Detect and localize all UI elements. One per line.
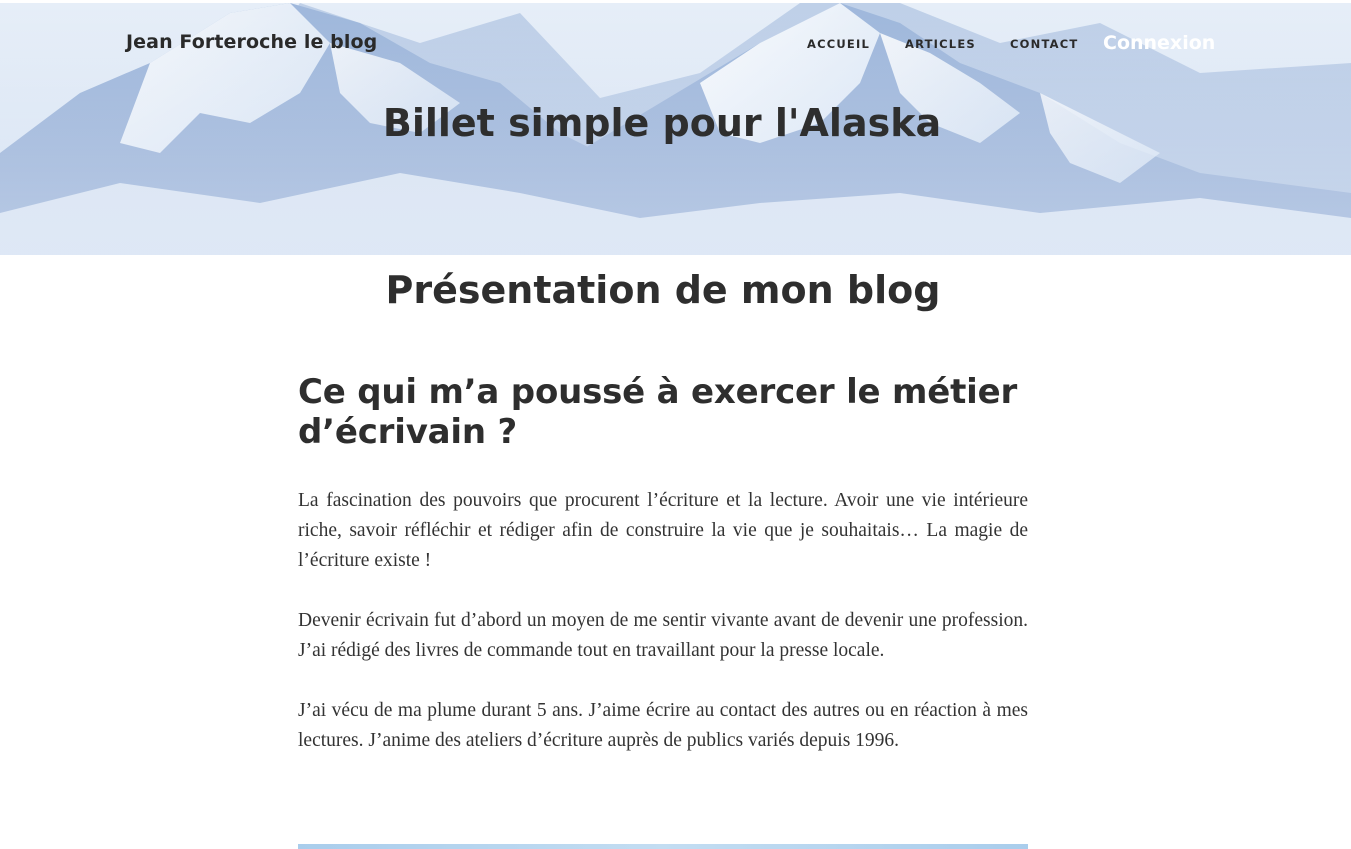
hero-header: Jean Forteroche le blog ACCUEIL ARTICLES… [0, 3, 1351, 255]
login-link[interactable]: Connexion [1103, 32, 1215, 54]
article-paragraph-3: J’ai vécu de ma plume durant 5 ans. J’ai… [298, 700, 1028, 751]
article: Ce qui m’a poussé à exercer le métier d’… [298, 372, 1028, 756]
nav-item-accueil[interactable]: ACCUEIL [807, 37, 870, 51]
nav-item-contact[interactable]: CONTACT [1010, 37, 1078, 51]
nav-item-articles[interactable]: ARTICLES [905, 37, 976, 51]
article-paragraph-1: La fascination des pouvoirs que procuren… [298, 490, 1028, 571]
article-paragraph-2: Devenir écrivain fut d’abord un moyen de… [298, 610, 1028, 661]
page-title: Présentation de mon blog [385, 268, 941, 312]
section-divider [298, 844, 1028, 849]
article-heading: Ce qui m’a poussé à exercer le métier d’… [298, 372, 1018, 452]
site-title: Billet simple pour l'Alaska [382, 101, 942, 145]
site-brand-link[interactable]: Jean Forteroche le blog [126, 31, 377, 53]
